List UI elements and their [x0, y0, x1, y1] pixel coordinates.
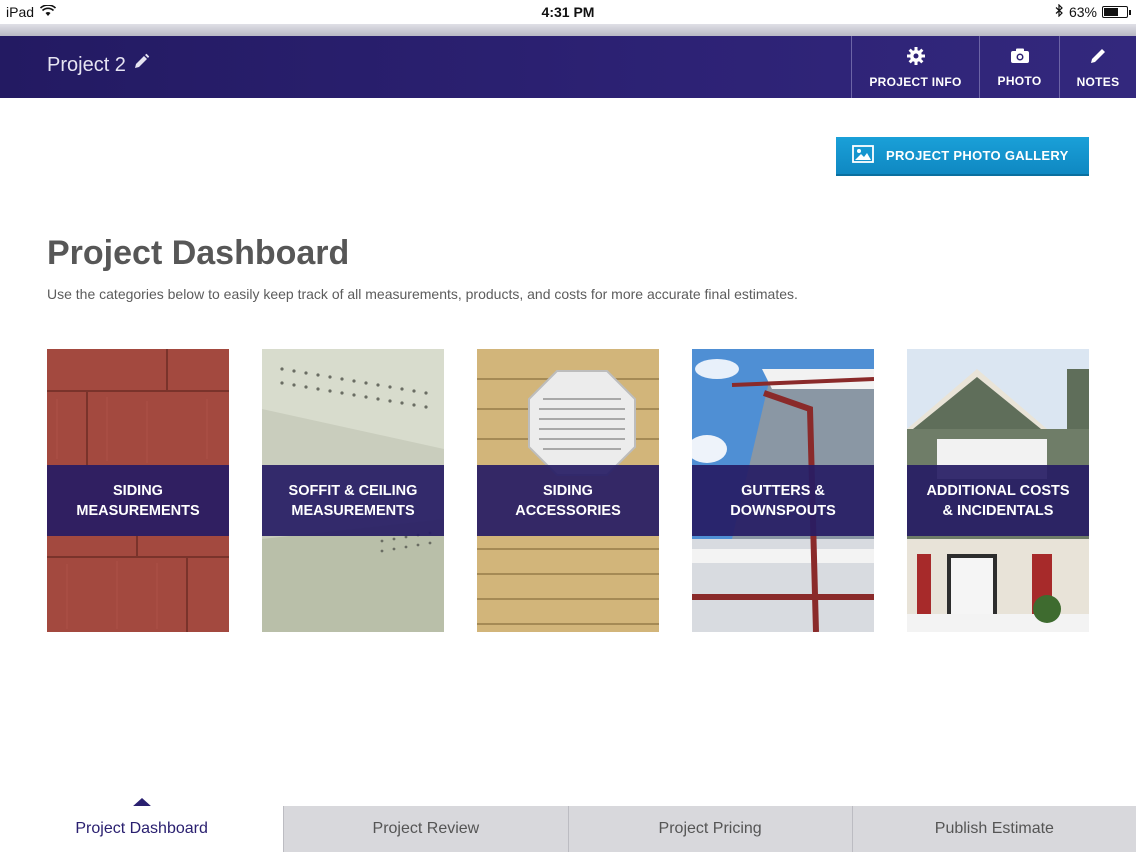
project-photo-gallery-button[interactable]: PROJECT PHOTO GALLERY [836, 137, 1089, 176]
project-info-button[interactable]: PROJECT INFO [851, 36, 979, 98]
page-title: Project Dashboard [47, 234, 350, 272]
edit-pencil-icon[interactable] [132, 53, 150, 77]
tab-project-dashboard[interactable]: Project Dashboard [0, 806, 284, 852]
status-bar: iPad 4:31 PM 63% [0, 0, 1136, 24]
header-divider [0, 24, 1136, 36]
notes-button[interactable]: NOTES [1059, 36, 1136, 98]
category-card-additional-costs-incidentals[interactable]: ADDITIONAL COSTS & INCIDENTALS [907, 349, 1089, 632]
battery-percent: 63% [1068, 4, 1097, 20]
bluetooth-icon [1055, 3, 1064, 20]
photo-label: PHOTO [997, 73, 1042, 88]
image-icon [852, 145, 874, 166]
tab-publish-estimate[interactable]: Publish Estimate [851, 806, 1136, 852]
battery-icon [1102, 6, 1131, 18]
category-card-soffit-ceiling-measurements[interactable]: SOFFIT & CEILING MEASUREMENTS [262, 349, 444, 632]
tab-project-review[interactable]: Project Review [283, 806, 568, 852]
category-card-siding-accessories[interactable]: SIDING ACCESSORIES [477, 349, 659, 632]
category-label: GUTTERS & DOWNSPOUTS [692, 465, 874, 536]
pencil-icon [1088, 46, 1108, 69]
category-label: SIDING MEASUREMENTS [47, 465, 229, 536]
project-info-label: PROJECT INFO [869, 74, 962, 89]
project-name: Project 2 [47, 53, 126, 76]
status-time: 4:31 PM [541, 4, 595, 20]
app-header: Project 2 PROJECT INFO PHOTO NOTES [0, 36, 1136, 98]
bottom-tab-bar: Project Dashboard Project Review Project… [0, 806, 1136, 852]
camera-icon [1010, 47, 1030, 68]
category-card-gutters-downspouts[interactable]: GUTTERS & DOWNSPOUTS [692, 349, 874, 632]
gallery-label: PROJECT PHOTO GALLERY [886, 148, 1069, 163]
category-label: ADDITIONAL COSTS & INCIDENTALS [907, 465, 1089, 536]
tab-project-pricing[interactable]: Project Pricing [567, 806, 852, 852]
photo-button[interactable]: PHOTO [979, 36, 1059, 98]
notes-label: NOTES [1076, 74, 1120, 89]
category-card-siding-measurements[interactable]: SIDING MEASUREMENTS [47, 349, 229, 632]
category-label: SOFFIT & CEILING MEASUREMENTS [262, 465, 444, 536]
category-label: SIDING ACCESSORIES [477, 465, 659, 536]
page-subtitle: Use the categories below to easily keep … [47, 286, 798, 302]
gear-icon [906, 46, 926, 69]
project-title[interactable]: Project 2 [47, 53, 150, 77]
